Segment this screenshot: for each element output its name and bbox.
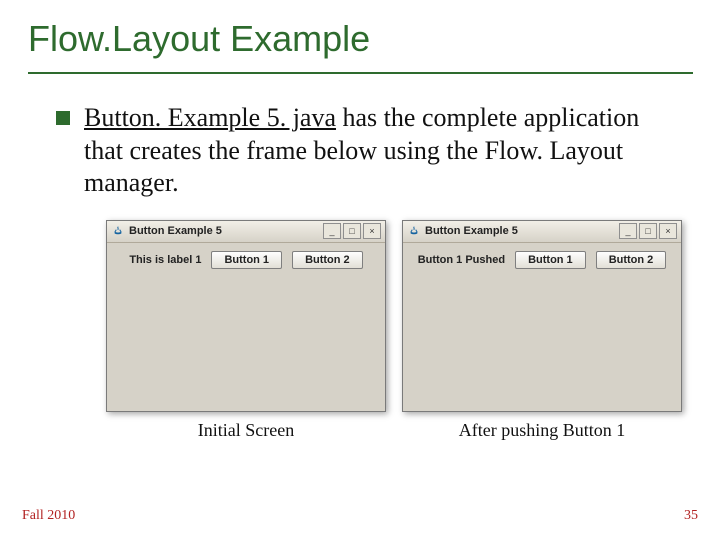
bullet-icon <box>56 111 70 125</box>
footer-term: Fall 2010 <box>22 508 75 524</box>
slide-number: 35 <box>684 508 698 524</box>
slide-title: Flow.Layout Example <box>28 18 693 74</box>
example-window-after: Button Example 5 _ □ × Button 1 Pushed B… <box>402 220 682 412</box>
window-title: Button Example 5 <box>425 225 619 237</box>
java-icon <box>407 224 421 238</box>
label-1: Button 1 Pushed <box>418 254 505 266</box>
java-icon <box>111 224 125 238</box>
right-caption: After pushing Button 1 <box>459 420 626 441</box>
minimize-button[interactable]: _ <box>323 223 341 239</box>
body-text: Button. Example 5. java has the complete… <box>84 102 644 200</box>
label-1: This is label 1 <box>129 254 201 266</box>
button-2[interactable]: Button 2 <box>292 251 363 269</box>
left-caption: Initial Screen <box>198 420 294 441</box>
window-title: Button Example 5 <box>129 225 323 237</box>
example-window-initial: Button Example 5 _ □ × This is label 1 B… <box>106 220 386 412</box>
minimize-button[interactable]: _ <box>619 223 637 239</box>
close-button[interactable]: × <box>659 223 677 239</box>
maximize-button[interactable]: □ <box>639 223 657 239</box>
button-2[interactable]: Button 2 <box>596 251 667 269</box>
close-button[interactable]: × <box>363 223 381 239</box>
code-link[interactable]: Button. Example 5. java <box>84 103 336 132</box>
button-1[interactable]: Button 1 <box>515 251 586 269</box>
button-1[interactable]: Button 1 <box>211 251 282 269</box>
maximize-button[interactable]: □ <box>343 223 361 239</box>
